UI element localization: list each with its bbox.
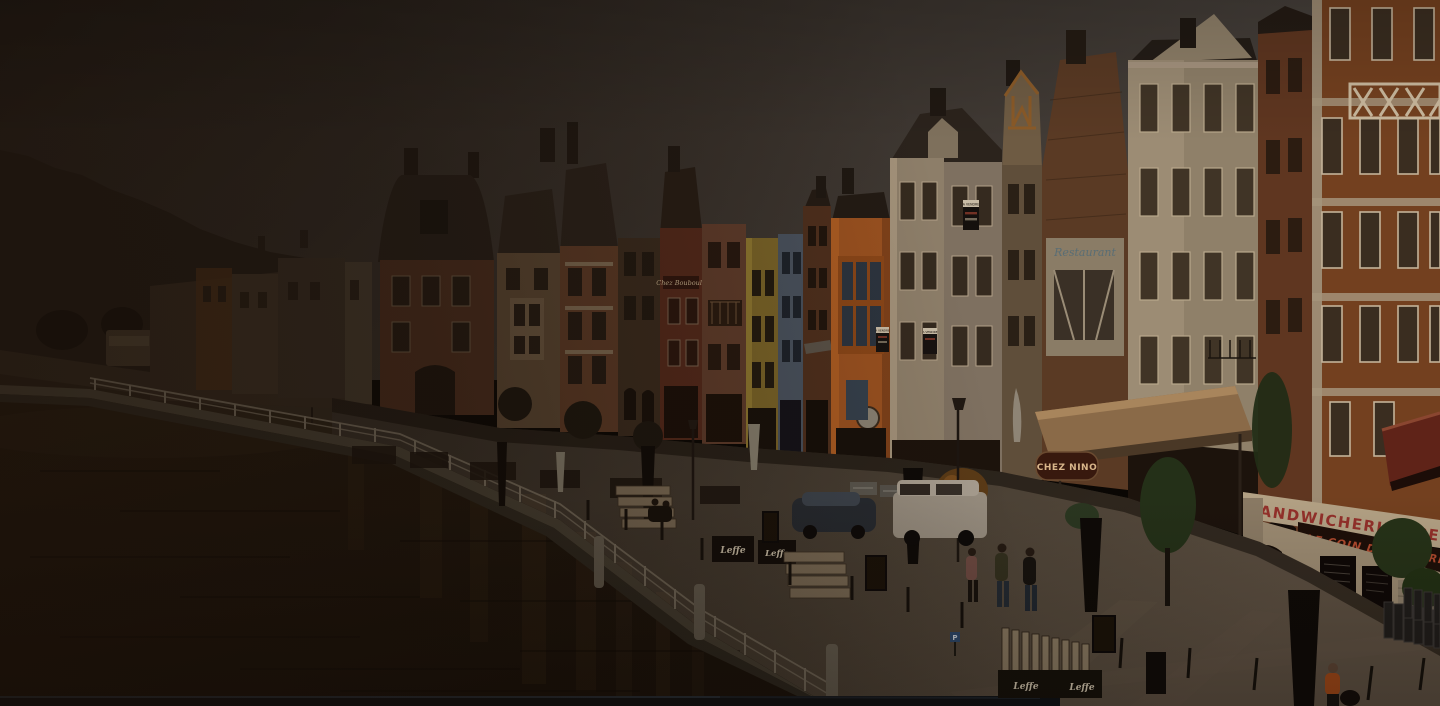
- svg-text:A VENDRE: A VENDRE: [875, 329, 890, 333]
- parked-car-dark: [792, 492, 876, 539]
- white-van: [893, 480, 987, 546]
- riverside-photo: Chez Bouboule: [0, 0, 1440, 706]
- svg-text:Leffe: Leffe: [1012, 682, 1038, 692]
- svg-text:CHEZ NINO: CHEZ NINO: [1037, 463, 1098, 473]
- sign-chez-bouboule: Chez Bouboule: [656, 279, 706, 287]
- bus: [106, 330, 152, 366]
- svg-text:Leffe: Leffe: [1068, 683, 1094, 693]
- green-tree: [1140, 457, 1196, 553]
- trash-bin: [1146, 652, 1166, 694]
- building-orange: A VENDRE: [831, 168, 890, 458]
- building-brick-small: [803, 176, 832, 454]
- sign-chez-nino: CHEZ NINO: [1036, 452, 1098, 480]
- ivy: [1252, 372, 1292, 488]
- leffe-planters: Leffe Leffe: [712, 536, 796, 564]
- building-mansard: [378, 148, 494, 415]
- svg-text:A VENDRE: A VENDRE: [963, 203, 979, 207]
- pontoon-strip: [0, 696, 1060, 706]
- building-salmon: [702, 224, 746, 444]
- building-transition: [1252, 6, 1312, 568]
- restaurant-script: Restaurant: [1053, 246, 1116, 259]
- a-vendre-plaque: A VENDRE: [923, 328, 938, 354]
- a-vendre-plaque: A VENDRE: [963, 200, 979, 230]
- building-arcade: [618, 238, 660, 436]
- building-blue: [778, 234, 803, 452]
- building-yellow: [746, 238, 778, 450]
- a-vendre-plaque: A VENDRE: [875, 327, 890, 352]
- building-timber-gable: [1002, 60, 1042, 480]
- scene-canvas: Chez Bouboule: [0, 0, 1440, 706]
- svg-text:Leffe: Leffe: [719, 546, 745, 556]
- svg-text:A VENDRE: A VENDRE: [923, 330, 938, 334]
- svg-text:P: P: [952, 634, 957, 642]
